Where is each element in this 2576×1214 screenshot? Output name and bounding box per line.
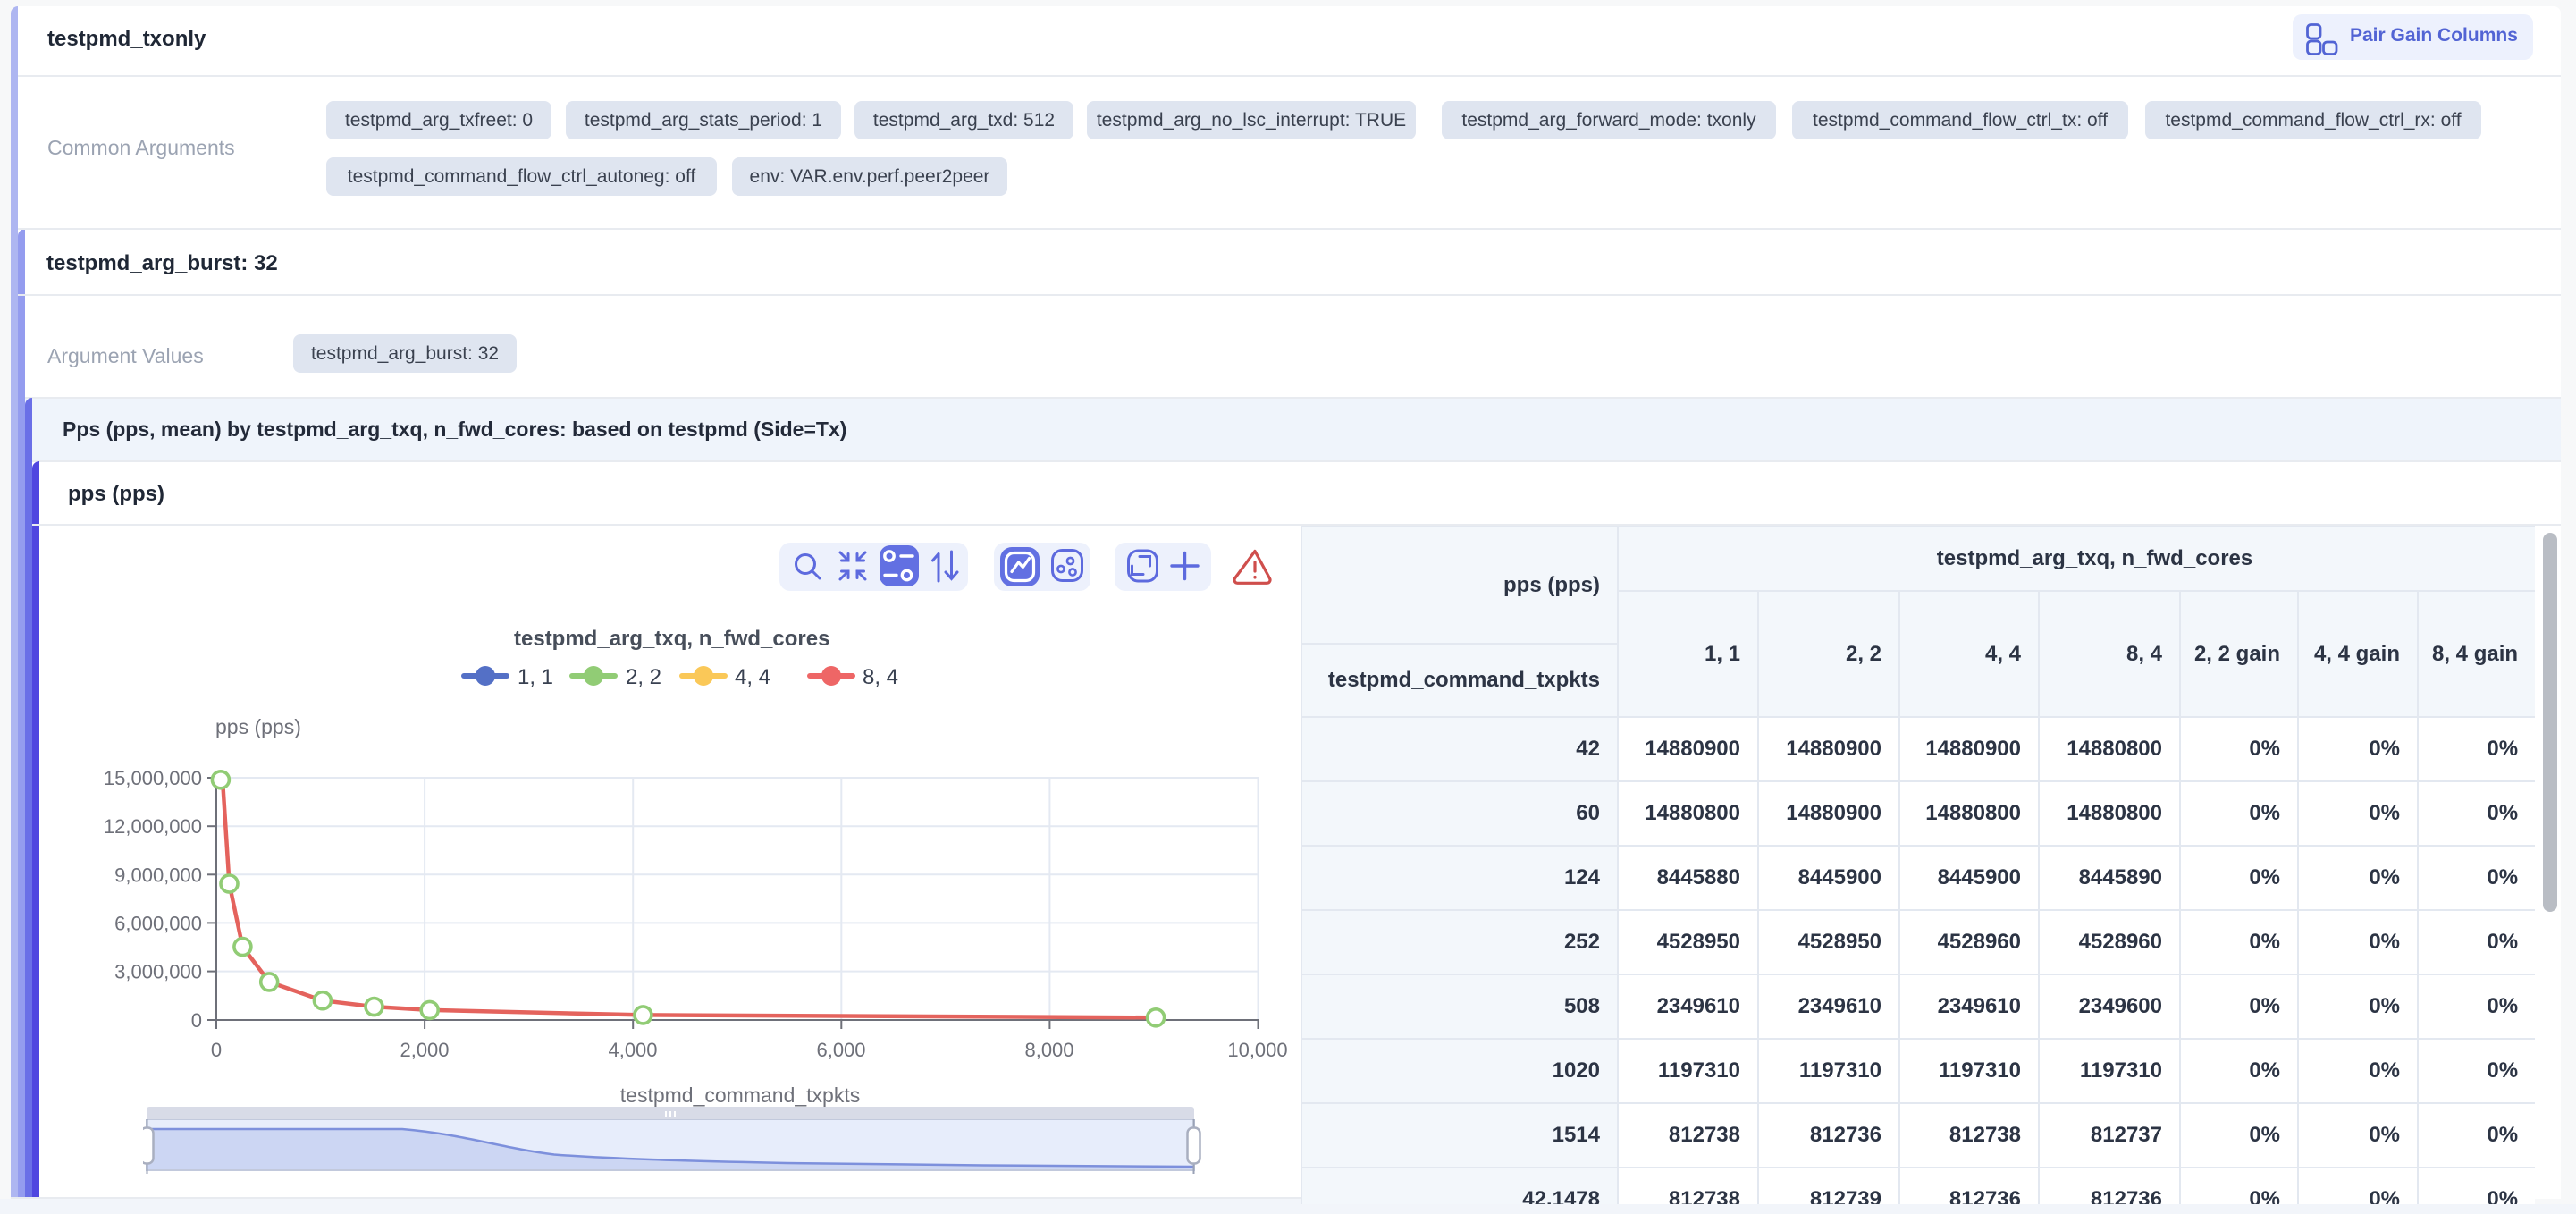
svg-text:8,000: 8,000 — [1024, 1039, 1073, 1061]
svg-text:9,000,000: 9,000,000 — [114, 864, 202, 886]
svg-text:6,000: 6,000 — [816, 1039, 865, 1061]
svg-text:4,000: 4,000 — [608, 1039, 657, 1061]
svg-text:testpmd_command_txpkts: testpmd_command_txpkts — [620, 1083, 860, 1107]
svg-text:6,000,000: 6,000,000 — [114, 912, 202, 934]
svg-text:pps (pps): pps (pps) — [215, 715, 301, 738]
svg-text:15,000,000: 15,000,000 — [104, 767, 202, 789]
svg-text:10,000: 10,000 — [1227, 1039, 1287, 1061]
svg-text:2,000: 2,000 — [400, 1039, 449, 1061]
svg-text:3,000,000: 3,000,000 — [114, 961, 202, 983]
svg-text:12,000,000: 12,000,000 — [104, 815, 202, 838]
svg-text:0: 0 — [191, 1009, 202, 1032]
svg-text:0: 0 — [211, 1039, 222, 1061]
